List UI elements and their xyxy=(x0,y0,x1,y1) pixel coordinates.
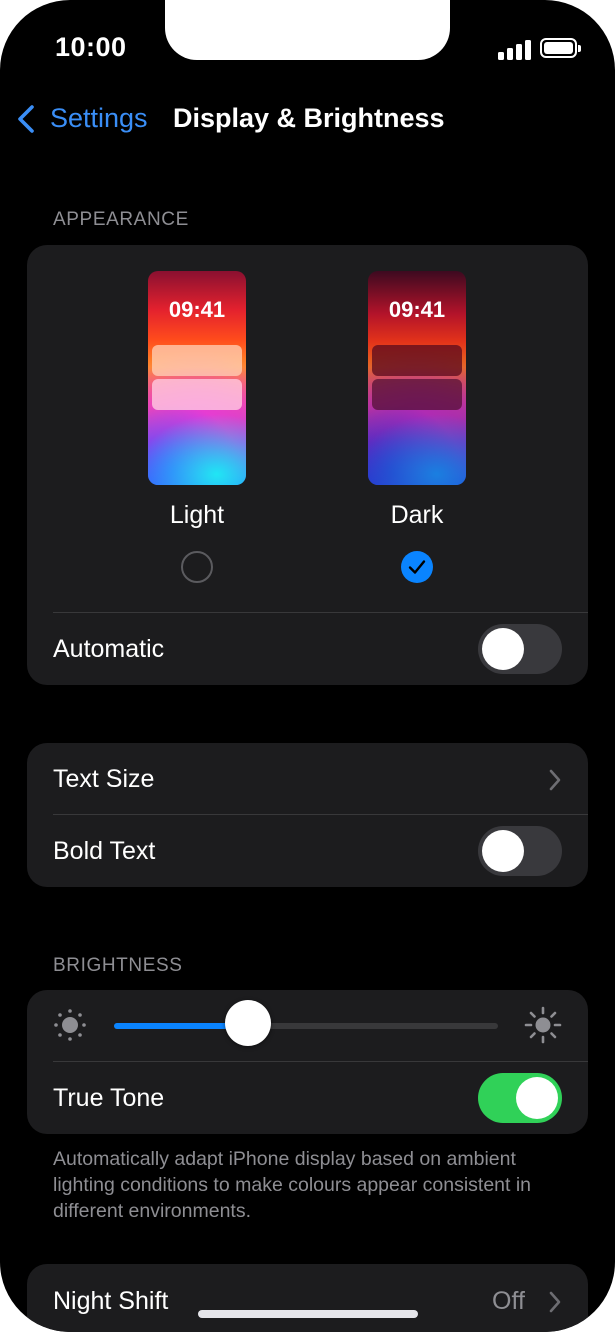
light-preview-widget xyxy=(152,379,242,410)
dark-mode-radio[interactable] xyxy=(401,551,433,583)
light-mode-preview[interactable]: 09:41 xyxy=(148,271,246,485)
automatic-toggle[interactable] xyxy=(478,624,562,674)
night-shift-label[interactable]: Night Shift xyxy=(53,1287,168,1316)
text-size-row[interactable]: Text Size xyxy=(53,765,154,794)
chevron-right-icon xyxy=(549,769,561,791)
page-title: Display & Brightness xyxy=(173,103,445,133)
brightness-slider[interactable] xyxy=(114,1023,498,1029)
home-indicator[interactable] xyxy=(198,1310,418,1318)
appearance-card: 09:41 Light 09:41 Dark Automatic xyxy=(27,245,588,685)
true-tone-label: True Tone xyxy=(53,1084,165,1112)
back-chevron-icon[interactable] xyxy=(14,104,40,134)
bold-text-toggle[interactable] xyxy=(478,826,562,876)
toggle-knob xyxy=(482,628,524,670)
light-mode-label[interactable]: Light xyxy=(127,501,267,530)
night-shift-card: Night Shift Off xyxy=(27,1264,588,1332)
cellular-signal-icon xyxy=(498,38,532,60)
phone-screen: 10:00 Settings Display & Brightness APPE… xyxy=(0,0,615,1332)
toggle-knob xyxy=(482,830,524,872)
battery-full-icon xyxy=(540,38,581,58)
dark-preview-time: 09:41 xyxy=(388,297,446,322)
sun-low-icon xyxy=(54,1009,86,1041)
light-preview-widget xyxy=(152,345,242,376)
camera-notch xyxy=(165,0,450,60)
divider xyxy=(53,814,588,815)
dark-preview-widget xyxy=(372,379,462,410)
back-button[interactable]: Settings xyxy=(50,103,148,134)
light-mode-radio[interactable] xyxy=(181,551,213,583)
divider xyxy=(53,1061,588,1062)
bold-text-label: Bold Text xyxy=(53,837,156,865)
chevron-right-icon xyxy=(549,1291,561,1313)
automatic-label: Automatic xyxy=(53,635,165,663)
dark-preview-widget xyxy=(372,345,462,376)
night-shift-value: Off xyxy=(492,1287,525,1315)
toggle-knob xyxy=(516,1077,558,1119)
dark-mode-preview[interactable]: 09:41 xyxy=(368,271,466,485)
status-time: 10:00 xyxy=(55,32,127,62)
text-settings-card: Text Size Bold Text xyxy=(27,743,588,887)
dark-mode-label[interactable]: Dark xyxy=(347,501,487,530)
true-tone-footnote: Automatically adapt iPhone display based… xyxy=(53,1148,532,1222)
true-tone-toggle[interactable] xyxy=(478,1073,562,1123)
appearance-section-header: APPEARANCE xyxy=(53,209,189,230)
sun-high-icon xyxy=(524,1006,562,1044)
brightness-section-header: BRIGHTNESS xyxy=(53,955,183,976)
divider xyxy=(53,612,588,613)
checkmark-icon xyxy=(408,560,426,574)
brightness-slider-thumb[interactable] xyxy=(225,1000,272,1046)
light-preview-time: 09:41 xyxy=(168,297,226,322)
brightness-card: True Tone xyxy=(27,990,588,1134)
